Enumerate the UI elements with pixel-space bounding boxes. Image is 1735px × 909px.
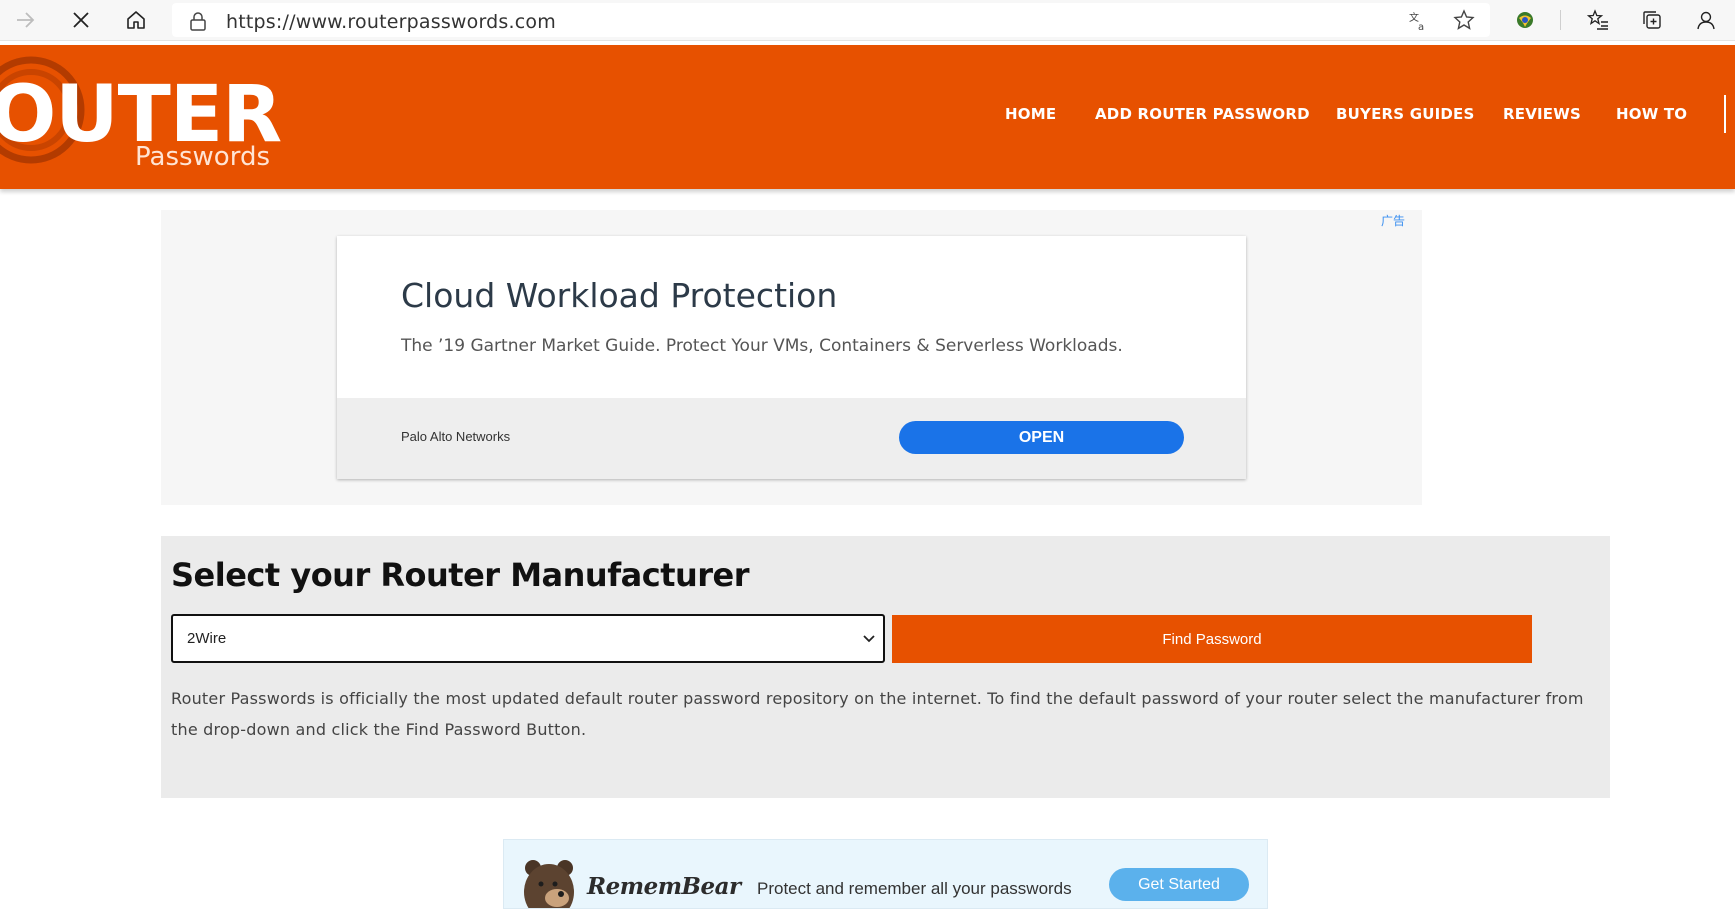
ad-card[interactable]: Cloud Workload Protection The ’19 Gartne… bbox=[337, 236, 1246, 479]
ad-title[interactable]: Cloud Workload Protection bbox=[401, 276, 837, 315]
ad-label[interactable]: 广告 bbox=[1381, 212, 1405, 229]
dropdown-value: 2Wire bbox=[187, 630, 227, 647]
remembear-brand: RememBear bbox=[587, 873, 741, 900]
manufacturer-dropdown[interactable]: 2Wire bbox=[171, 614, 885, 663]
svg-text:a: a bbox=[1418, 22, 1424, 32]
nav-add-router-password[interactable]: ADD ROUTER PASSWORD bbox=[1095, 105, 1310, 123]
back-arrow-icon[interactable] bbox=[10, 5, 40, 35]
get-started-button[interactable]: Get Started bbox=[1109, 868, 1249, 901]
lock-icon bbox=[189, 11, 207, 36]
stop-icon[interactable] bbox=[66, 5, 96, 35]
ad-footer: Palo Alto Networks OPEN bbox=[337, 398, 1246, 479]
nav-how-to[interactable]: HOW TO bbox=[1616, 105, 1687, 123]
manufacturer-selector: Select your Router Manufacturer 2Wire Fi… bbox=[161, 536, 1610, 798]
home-icon[interactable] bbox=[121, 5, 151, 35]
selector-title: Select your Router Manufacturer bbox=[171, 556, 750, 594]
find-password-button[interactable]: Find Password bbox=[892, 615, 1532, 663]
star-icon[interactable] bbox=[1453, 9, 1475, 36]
toolbar-divider bbox=[1560, 10, 1561, 30]
site-header: OUTER Passwords HOME ADD ROUTER PASSWORD… bbox=[0, 45, 1735, 189]
translate-icon[interactable]: 文a bbox=[1408, 10, 1430, 37]
address-bar[interactable]: https://www.routerpasswords.com 文a bbox=[172, 3, 1490, 37]
ad-advertiser[interactable]: Palo Alto Networks bbox=[401, 429, 510, 444]
display-ad: 广告 Cloud Workload Protection The ’19 Gar… bbox=[161, 210, 1422, 505]
nav-reviews[interactable]: REVIEWS bbox=[1503, 105, 1581, 123]
profile-icon[interactable] bbox=[1691, 5, 1721, 35]
nav-divider bbox=[1724, 95, 1726, 133]
url-text: https://www.routerpasswords.com bbox=[226, 11, 556, 33]
ad-description: The ’19 Gartner Market Guide. Protect Yo… bbox=[401, 336, 1123, 356]
remembear-tagline: Protect and remember all your passwords bbox=[757, 879, 1072, 898]
remembear-ad[interactable]: RememBear Protect and remember all your … bbox=[503, 839, 1268, 909]
nav-buyers-guides[interactable]: BUYERS GUIDES bbox=[1336, 105, 1474, 123]
logo-subtitle: Passwords bbox=[135, 142, 270, 172]
nav-home[interactable]: HOME bbox=[1005, 105, 1056, 123]
ad-open-button[interactable]: OPEN bbox=[899, 421, 1184, 454]
favorites-icon[interactable] bbox=[1583, 5, 1613, 35]
chevron-down-icon bbox=[863, 635, 875, 643]
extension-icon[interactable] bbox=[1510, 5, 1540, 35]
collections-icon[interactable] bbox=[1637, 5, 1667, 35]
selector-description: Router Passwords is officially the most … bbox=[171, 689, 1584, 739]
browser-toolbar: https://www.routerpasswords.com 文a bbox=[0, 0, 1735, 41]
bear-logo-icon bbox=[524, 860, 574, 908]
